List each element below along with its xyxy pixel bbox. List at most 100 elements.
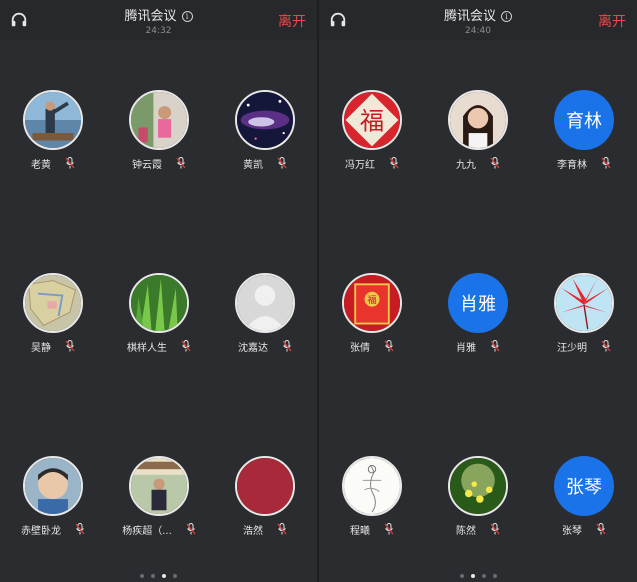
page-dot[interactable]	[492, 574, 497, 578]
participant-name-row: 九九	[425, 156, 531, 171]
participant-name-row: 张琴	[531, 522, 637, 537]
participant-tile[interactable]: 陈然	[425, 456, 531, 552]
page-dot[interactable]	[459, 574, 464, 578]
avatar	[448, 456, 508, 516]
avatar: 福	[342, 90, 402, 150]
participant-tile[interactable]: 老黄	[0, 90, 106, 186]
participant-tile[interactable]: 汪少明	[531, 273, 637, 369]
participant-name-row: 汪少明	[531, 339, 637, 354]
participant-tile[interactable]: 沈嘉达	[212, 273, 318, 369]
avatar	[129, 90, 189, 150]
avatar	[23, 456, 83, 516]
participant-tile[interactable]: 吴静	[0, 273, 106, 369]
participant-tile[interactable]: 福张倩	[319, 273, 425, 369]
participant-tile[interactable]: 福冯万红	[319, 90, 425, 186]
participant-name: 张倩	[350, 342, 370, 354]
mic-muted-icon	[384, 523, 394, 535]
page-dot[interactable]	[151, 574, 155, 578]
mic-muted-icon	[65, 157, 75, 169]
participant-name: 汪少明	[557, 342, 587, 354]
participant-tile[interactable]: 程曦	[319, 456, 425, 552]
participant-name: 冯万红	[345, 159, 375, 171]
avatar-initials: 肖雅	[448, 273, 508, 333]
mic-muted-icon	[490, 157, 500, 169]
participant-tile[interactable]: 赤壁卧龙	[0, 456, 106, 552]
meeting-title: 腾讯会议	[443, 9, 496, 24]
participant-name: 杨疾超（...	[122, 525, 172, 537]
participant-name-row: 钟云霞	[106, 156, 212, 171]
participant-name: 黄凯	[243, 159, 263, 171]
participant-tile[interactable]: 棋样人生	[106, 273, 212, 369]
mic-muted-icon	[601, 340, 611, 352]
participant-name: 浩然	[243, 525, 263, 537]
info-icon[interactable]: i	[181, 11, 193, 22]
participant-name-row: 冯万红	[319, 156, 425, 171]
mic-muted-icon	[277, 523, 287, 535]
participant-name: 李育林	[557, 159, 587, 171]
avatar-initials: 张琴	[554, 456, 614, 516]
leave-button[interactable]: 离开	[598, 11, 626, 31]
page-dot[interactable]	[481, 574, 486, 578]
top-bar: 腾讯会议 i 24:32 离开	[0, 0, 317, 40]
participant-name: 钟云霞	[132, 159, 162, 171]
participant-name-row: 棋样人生	[106, 339, 212, 354]
participant-name: 赤壁卧龙	[21, 525, 61, 537]
participant-name: 吴静	[31, 342, 51, 354]
avatar	[448, 90, 508, 150]
participant-name: 棋样人生	[127, 342, 167, 354]
avatar	[23, 273, 83, 333]
mic-muted-icon	[601, 157, 611, 169]
mic-muted-icon	[596, 523, 606, 535]
meeting-timer: 24:32	[145, 26, 172, 36]
participant-name: 沈嘉达	[238, 342, 268, 354]
meeting-panel-left: 腾讯会议 i 24:32 离开 老黄 钟云霞 黄凯吴静 棋样人生 沈嘉达赤壁卧龙 杨疾超（.…	[0, 0, 317, 582]
participant-name-row: 肖雅	[425, 339, 531, 354]
avatar	[342, 456, 402, 516]
page-indicator	[0, 574, 317, 578]
participant-name: 程曦	[350, 525, 370, 537]
mic-muted-icon	[176, 157, 186, 169]
mic-muted-icon	[384, 340, 394, 352]
avatar	[235, 90, 295, 150]
meeting-title: 腾讯会议	[124, 9, 177, 24]
page-indicator	[319, 574, 637, 578]
avatar	[129, 273, 189, 333]
info-icon[interactable]: i	[501, 11, 512, 22]
participant-name-row: 沈嘉达	[212, 339, 318, 354]
participant-name-row: 浩然	[212, 522, 318, 537]
participant-name-row: 李育林	[531, 156, 637, 171]
mic-muted-icon	[181, 340, 191, 352]
participant-name-row: 张倩	[319, 339, 425, 354]
mic-muted-icon	[490, 523, 500, 535]
avatar	[554, 273, 614, 333]
participant-tile[interactable]: 杨疾超（...	[106, 456, 212, 552]
mic-muted-icon	[389, 157, 399, 169]
participant-name: 老黄	[31, 159, 51, 171]
page-dot[interactable]	[173, 574, 177, 578]
participant-name-row: 杨疾超（...	[106, 522, 212, 537]
avatar	[235, 273, 295, 333]
leave-button[interactable]: 离开	[278, 11, 306, 31]
participant-tile[interactable]: 黄凯	[212, 90, 318, 186]
mic-muted-icon	[65, 340, 75, 352]
participant-name-row: 吴静	[0, 339, 106, 354]
participant-name-row: 陈然	[425, 522, 531, 537]
mic-muted-icon	[75, 523, 85, 535]
page-dot[interactable]	[470, 574, 475, 578]
page-dot[interactable]	[162, 574, 166, 578]
avatar	[129, 456, 189, 516]
participant-tile[interactable]: 肖雅 肖雅	[425, 273, 531, 369]
top-bar: 腾讯会议 i 24:40 离开	[319, 0, 637, 40]
participant-tile[interactable]: 九九	[425, 90, 531, 186]
participant-tile[interactable]: 张琴 张琴	[531, 456, 637, 552]
participant-tile[interactable]: 钟云霞	[106, 90, 212, 186]
participant-name: 肖雅	[456, 342, 476, 354]
participant-tile[interactable]: 浩然	[212, 456, 318, 552]
avatar: 福	[342, 273, 402, 333]
page-dot[interactable]	[140, 574, 144, 578]
participant-name-row: 程曦	[319, 522, 425, 537]
svg-text:福: 福	[367, 294, 376, 306]
avatar	[235, 456, 295, 516]
participant-tile[interactable]: 育林 李育林	[531, 90, 637, 186]
participant-name: 陈然	[456, 525, 476, 537]
